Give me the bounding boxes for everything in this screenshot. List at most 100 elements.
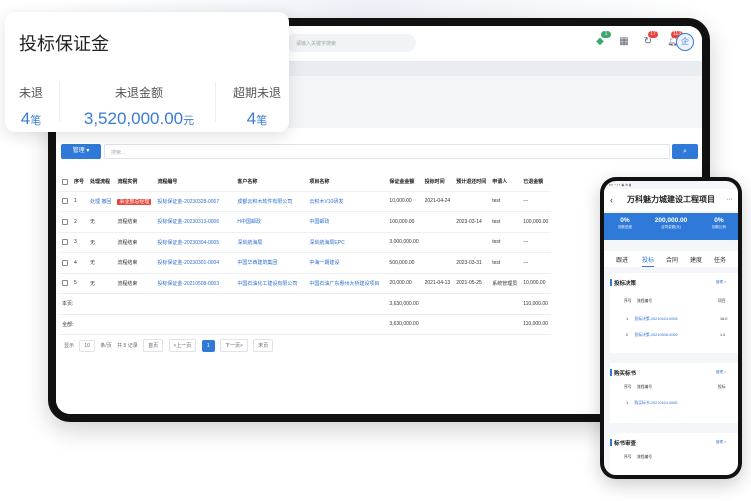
phone-device: ▪▪▪ ◔ ▪ ▪ ◉ ⊕ ▮ 万科魅力城建设工程项目 ‹ ··· 0% 回款进度… [600,177,742,479]
cell-customer[interactable]: 中国华西建筑集团 [234,252,307,274]
col-header: 序号 [71,173,88,192]
global-search-input[interactable]: 请输入关键字搜索 [286,34,416,52]
table-row[interactable]: 2 无流程结束 投标保证金-20230313-0006 H中国邮政 中国邮政 100,00… [59,211,552,233]
section-title: 购买标书 [614,371,637,377]
cell-returned: --- [520,191,552,212]
section-marker [610,279,612,286]
cell-returned: 100,000.00 [520,211,552,233]
tab-follow[interactable]: 跟进 [616,255,628,264]
calendar-icon[interactable]: ▦ [618,36,630,48]
table-row[interactable]: 3 无流程结束 投标保证金-20230304-0005 深圳航海局 深圳航海局EPC 3,… [59,232,552,253]
tab-progress[interactable]: 建度 [690,255,702,264]
row-checkbox[interactable] [59,191,71,212]
cell-project[interactable]: 中国石油广东惠州大桥建设项目 [306,273,387,294]
next-page-button[interactable]: 下一页> [219,339,248,352]
pager-total: 共 5 记录 [117,343,138,349]
cell-code[interactable]: 投标保证金-20230304-0005 [154,232,235,253]
page-total-row: 本页: 3,630,000.00 110,000.00 [59,293,552,315]
cell-code[interactable]: 投标保证金-20210508-0003 [154,273,235,294]
cell-code[interactable]: 投标保证金-20230301-0004 [154,252,235,274]
section-header-row: 序号 流程编号 [624,455,653,459]
overdue-label: 超期未退 [232,86,281,100]
phone-stats-banner: 0% 回款进度 200,000.00 合同金额(元) 0% 回款比例 [604,213,738,240]
cell-action[interactable]: 处理 撤回 [87,191,115,212]
cell-amount: 3,000,000.00 [386,232,422,253]
cell-action[interactable]: 无 [87,232,115,253]
list-item[interactable]: 2 投标决策-20210508-0006 [626,333,678,338]
search-icon: ⌕ [683,148,687,155]
cell-project[interactable]: 云积木V10研发 [306,191,387,212]
overdue-unit: 笔 [256,115,268,127]
tab-tasks[interactable]: 任务 [714,255,726,264]
section-marker [610,439,612,446]
section-buy-tender: 购买标书 管理 > 序号 流程编号 投标 1 购买标书-20210424-000… [610,363,738,423]
divider [215,82,216,122]
cell-project[interactable]: 中海一期建设 [306,252,387,274]
search-button[interactable]: ⌕ [672,144,698,159]
cell-customer[interactable]: 成都云积木软件有限公司 [234,191,307,212]
amount-value: 3,520,000.00 [83,109,184,128]
cell-action[interactable]: 无 [87,273,115,294]
cell-customer[interactable]: H中国邮政 [234,211,307,233]
cell-return-date: 2023-03-14 [453,211,490,233]
cell-status: 流程结束 [114,211,155,233]
section-manage-link[interactable]: 管理 > [716,280,726,285]
cell-status: 流程结束 [114,273,155,294]
cell-applicant: test [489,211,521,233]
col-header: 流程编号 [154,173,235,192]
table-row[interactable]: 1 处理 撤回 事业部总经理 投标保证金-20230328-0007 成都云积木软件有限… [59,191,552,212]
select-all-checkbox[interactable] [59,173,71,192]
page-size-select[interactable]: 10 [79,339,95,352]
col-header: 已退金额 [520,173,552,192]
stat-ratio: 0% 回款比例 [712,217,726,229]
cell-returned: --- [520,232,552,253]
section-manage-link[interactable]: 管理 > [716,370,726,375]
cell-action[interactable]: 无 [87,252,115,274]
cell-customer[interactable]: 中国石油化工建设有限公司 [234,273,307,294]
row-checkbox[interactable] [59,232,71,253]
cell-project[interactable]: 深圳航海局EPC [306,232,387,253]
cell-no: 1 [71,191,88,212]
cell-project[interactable]: 中国邮政 [306,211,387,233]
total-returned: 110,000.00 [520,293,552,315]
last-page-button[interactable]: 末页 [253,339,274,352]
cell-no: 5 [71,273,88,294]
more-icon[interactable]: ··· [726,189,733,211]
list-item[interactable]: 1 购买标书-20210424-0005 [626,401,678,406]
row-checkbox[interactable] [59,211,71,233]
avatar[interactable]: 企 [676,33,694,51]
cell-no: 2 [71,211,88,233]
first-page-button[interactable]: 首页 [143,339,164,352]
col-header: 客户名称 [234,173,307,192]
cell-status: 流程结束 [114,232,155,253]
section-manage-link[interactable]: 管理 > [716,440,726,445]
list-item[interactable]: 1 投标决策-20210424-0005 [626,317,678,322]
table-row[interactable]: 5 无流程结束 投标保证金-20210508-0003 中国石油化工建设有限公司 中国石… [59,273,552,294]
section-header-row: 序号 流程编号 [624,385,653,389]
cell-amount: 20,000.00 [386,273,422,294]
col-header: 流程实例 [114,173,155,192]
cell-status: 流程结束 [114,252,155,274]
tab-contract[interactable]: 合同 [666,255,678,264]
search-input[interactable]: 搜索... [104,144,670,159]
manage-button[interactable]: 管理 ▾ [61,144,101,159]
row-checkbox[interactable] [59,273,71,294]
cell-code[interactable]: 投标保证金-20230328-0007 [154,191,235,212]
cell-applicant: test [489,232,521,253]
prev-page-button[interactable]: <上一页 [168,339,197,352]
cell-code[interactable]: 投标保证金-20230313-0006 [154,211,235,233]
section-header-col3: 项目 [718,299,726,303]
cell-action[interactable]: 无 [87,211,115,233]
col-header: 处理流程 [87,173,115,192]
tab-bidding[interactable]: 投标 [642,255,655,267]
table-row[interactable]: 4 无流程结束 投标保证金-20230301-0004 中国华西建筑集团 中海一期建设 5… [59,252,552,274]
cell-customer[interactable]: 深圳航海局 [234,232,307,253]
row-checkbox[interactable] [59,252,71,274]
unreturned-unit: 笔 [30,115,42,127]
deposit-table: 序号 处理流程 流程实例 流程编号 客户名称 项目名称 保证金金额 投标时间 预… [59,173,552,335]
phone-tabs: 跟进 投标 合同 建度 任务 [604,251,738,267]
current-page-button[interactable]: 1 [201,339,215,352]
back-icon[interactable]: ‹ [610,189,613,211]
section-marker [610,369,612,376]
summary-title: 投标保证金 [19,34,109,54]
